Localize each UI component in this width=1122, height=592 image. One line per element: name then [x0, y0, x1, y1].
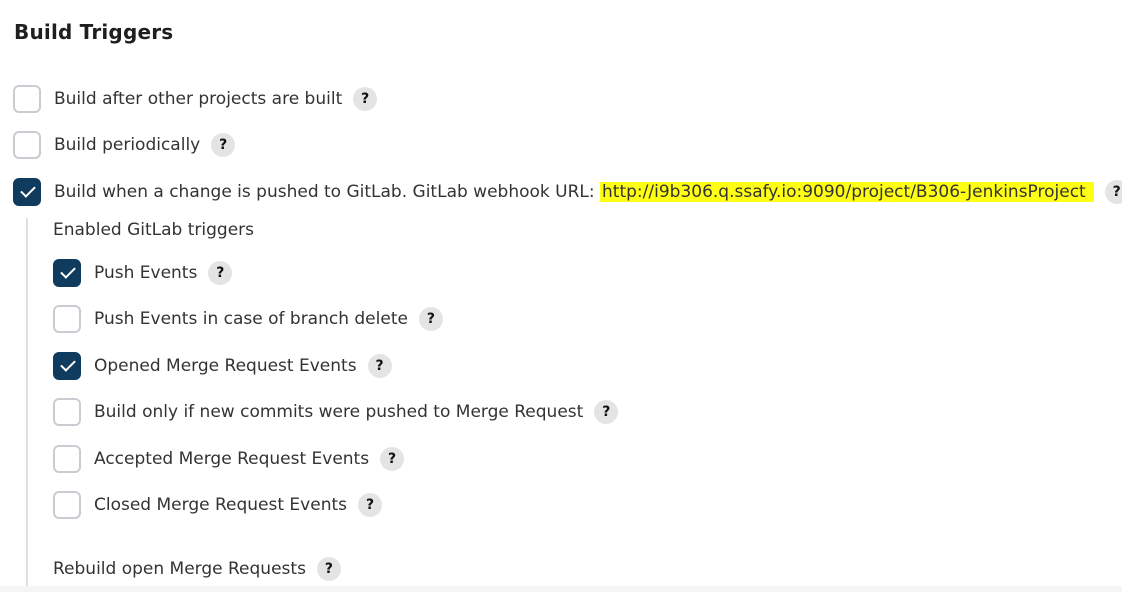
trigger-build-after-row: Build after other projects are built ?: [13, 85, 378, 113]
help-icon[interactable]: ?: [380, 447, 405, 471]
trigger-gitlab-row: Build when a change is pushed to GitLab.…: [13, 178, 1122, 206]
page-bottom-edge: [0, 586, 1122, 592]
build-after-label[interactable]: Build after other projects are built: [54, 89, 342, 109]
rebuild-mr-label: Rebuild open Merge Requests: [53, 559, 306, 579]
closed-mr-checkbox[interactable]: [53, 491, 81, 519]
enabled-triggers-heading: Enabled GitLab triggers: [53, 220, 255, 240]
help-icon[interactable]: ?: [353, 87, 378, 111]
help-icon[interactable]: ?: [418, 307, 443, 331]
help-icon[interactable]: ?: [367, 354, 392, 378]
trigger-periodically-row: Build periodically ?: [13, 131, 236, 159]
help-icon[interactable]: ?: [358, 493, 382, 517]
gitlab-push-label[interactable]: Build when a change is pushed to GitLab.…: [54, 182, 1094, 202]
help-icon[interactable]: ?: [208, 261, 233, 285]
help-icon[interactable]: ?: [211, 133, 236, 157]
webhook-url: http://i9b306.q.ssafy.io:9090/project/B3…: [600, 182, 1094, 202]
gitlab-trigger-row: Closed Merge Request Events ?: [53, 491, 382, 519]
build-periodically-label[interactable]: Build periodically: [54, 135, 200, 155]
help-icon[interactable]: ?: [1104, 180, 1122, 204]
help-icon[interactable]: ?: [316, 557, 341, 581]
opened-mr-label[interactable]: Opened Merge Request Events: [94, 356, 357, 376]
gitlab-push-checkbox[interactable]: [13, 178, 41, 206]
accepted-mr-label[interactable]: Accepted Merge Request Events: [94, 449, 369, 469]
push-branch-delete-label[interactable]: Push Events in case of branch delete: [94, 309, 408, 329]
push-branch-delete-checkbox[interactable]: [53, 305, 81, 333]
push-events-checkbox[interactable]: [53, 259, 81, 287]
rebuild-mr-row: Rebuild open Merge Requests ?: [53, 555, 341, 583]
opened-mr-checkbox[interactable]: [53, 352, 81, 380]
new-commits-mr-checkbox[interactable]: [53, 398, 81, 426]
build-after-checkbox[interactable]: [13, 85, 41, 113]
new-commits-mr-label[interactable]: Build only if new commits were pushed to…: [94, 402, 583, 422]
gitlab-trigger-row: Accepted Merge Request Events ?: [53, 445, 405, 473]
gitlab-trigger-row: Push Events in case of branch delete ?: [53, 305, 443, 333]
gitlab-trigger-row: Push Events ?: [53, 259, 233, 287]
gitlab-push-text: Build when a change is pushed to GitLab.…: [54, 182, 601, 202]
closed-mr-label[interactable]: Closed Merge Request Events: [94, 495, 347, 515]
accepted-mr-checkbox[interactable]: [53, 445, 81, 473]
gitlab-trigger-row: Opened Merge Request Events ?: [53, 352, 392, 380]
build-periodically-checkbox[interactable]: [13, 131, 41, 159]
push-events-label[interactable]: Push Events: [94, 263, 197, 283]
gitlab-trigger-row: Build only if new commits were pushed to…: [53, 398, 619, 426]
help-icon[interactable]: ?: [594, 400, 619, 424]
nested-section-divider: [26, 218, 28, 592]
section-title: Build Triggers: [14, 20, 174, 44]
